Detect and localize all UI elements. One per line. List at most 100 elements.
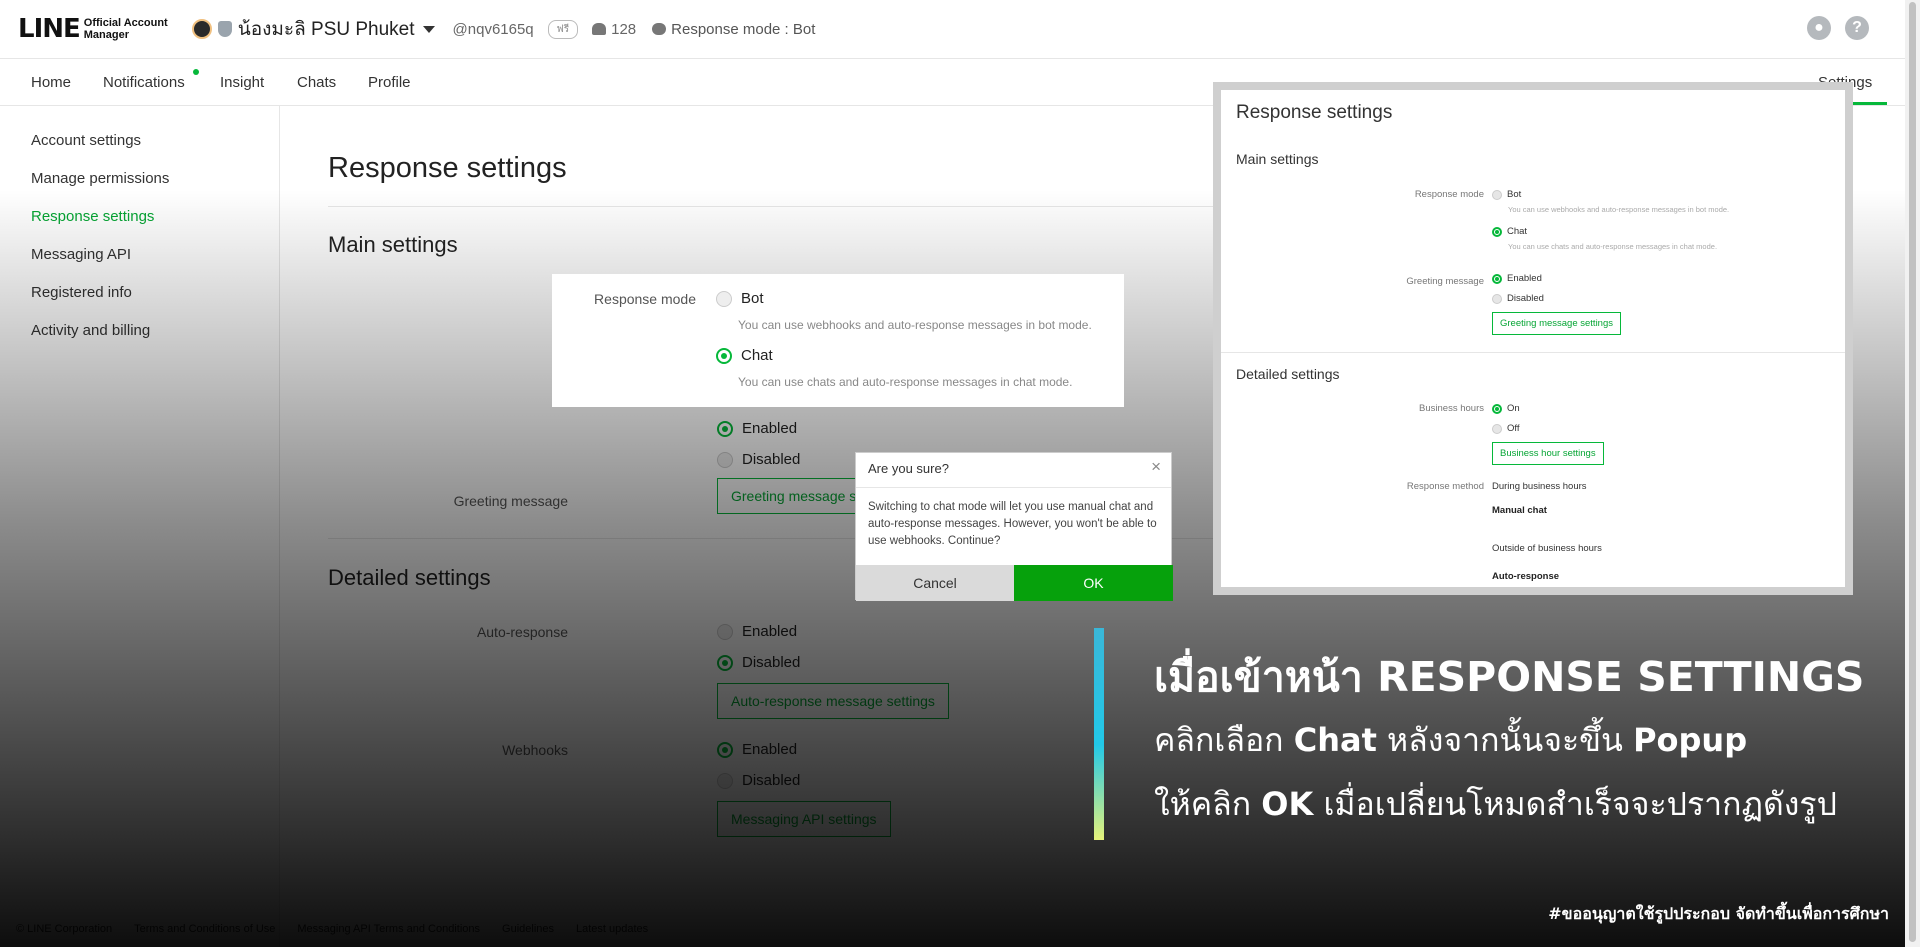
preview-detailed-settings: Detailed settings <box>1236 366 1340 382</box>
chevron-down-icon <box>422 25 435 33</box>
footer-updates-link[interactable]: Latest updates <box>576 923 648 935</box>
page-scrollbar[interactable] <box>1905 0 1920 947</box>
radio-unchecked-icon <box>717 623 733 640</box>
auto-response-disabled-radio[interactable]: Disabled <box>717 654 800 671</box>
preview-business-hours-label: Business hours <box>1419 403 1484 414</box>
sidebar-item-response-settings[interactable]: Response settings <box>31 208 154 225</box>
preview-during-hours: During business hours <box>1492 481 1587 492</box>
chat-bubble-icon <box>652 23 667 35</box>
scrollbar-thumb[interactable] <box>1909 2 1916 942</box>
auto-response-enabled-label: Enabled <box>742 623 798 640</box>
top-right-icons: ● ? <box>1807 16 1869 40</box>
settings-tab-underline <box>1853 102 1887 105</box>
bot-hint: You can use webhooks and auto-response m… <box>738 318 1092 332</box>
footer-guidelines-link[interactable]: Guidelines <box>502 923 554 935</box>
sidebar-item-manage-permissions[interactable]: Manage permissions <box>31 170 169 187</box>
preview-response-method-label: Response method <box>1406 481 1484 492</box>
preview-business-hour-button: Business hour settings <box>1492 442 1604 465</box>
preview-main-settings: Main settings <box>1236 151 1319 167</box>
auto-response-label: Auto-response <box>476 624 568 640</box>
account-name: น้องมะลิ PSU Phuket <box>237 19 415 40</box>
nav-profile[interactable]: Profile <box>368 74 411 91</box>
friends-count-value: 128 <box>611 20 637 38</box>
greeting-enabled-radio[interactable]: Enabled <box>717 420 797 437</box>
caption-line-2-d: Popup <box>1633 721 1748 759</box>
logo-sub-line-1: Official Account <box>83 17 168 29</box>
radio-checked-icon <box>1492 273 1502 284</box>
webhooks-disabled-radio[interactable]: Disabled <box>717 772 800 789</box>
radio-unchecked-icon <box>717 451 733 468</box>
caption-accent-bar <box>1094 628 1104 840</box>
radio-unchecked-icon <box>716 290 732 307</box>
result-preview: Response settings Main settings Response… <box>1213 82 1853 595</box>
caption-line-2-c: หลังจากนั้นจะขึ้น <box>1376 721 1634 759</box>
dialog-title: Are you sure? <box>868 461 949 476</box>
radio-unchecked-icon <box>717 772 733 789</box>
greeting-disabled-radio[interactable]: Disabled <box>717 451 800 468</box>
cancel-button[interactable]: Cancel <box>856 565 1014 601</box>
people-icon <box>592 23 607 35</box>
response-mode-status: Response mode : Bot <box>652 21 815 38</box>
user-icon[interactable]: ● <box>1807 16 1831 40</box>
sidebar-item-messaging-api[interactable]: Messaging API <box>31 246 131 263</box>
preview-off-radio: Off <box>1492 423 1520 434</box>
preview-on-radio: On <box>1492 403 1520 414</box>
help-icon[interactable]: ? <box>1845 16 1869 40</box>
close-icon[interactable]: × <box>1151 457 1161 477</box>
preview-greeting-button: Greeting message settings <box>1492 312 1622 335</box>
sidebar: Account settings Manage permissions Resp… <box>0 106 280 947</box>
main-settings-heading: Main settings <box>328 232 458 257</box>
greeting-label: Greeting message <box>453 493 568 509</box>
footer-api-terms-link[interactable]: Messaging API Terms and Conditions <box>297 923 480 935</box>
preview-manual-chat: Manual chat <box>1492 505 1547 516</box>
auto-response-settings-button[interactable]: Auto-response message settings <box>717 683 949 719</box>
confirm-dialog: Are you sure? × Switching to chat mode w… <box>855 452 1173 601</box>
radio-checked-icon <box>717 654 733 671</box>
caption-line-1: เมื่อเข้าหน้า RESPONSE SETTINGS <box>1154 653 1865 701</box>
preview-chat-hint: You can use chats and auto-response mess… <box>1508 242 1718 251</box>
footer-terms-link[interactable]: Terms and Conditions of Use <box>134 923 275 935</box>
shield-icon <box>217 21 232 37</box>
nav-home[interactable]: Home <box>31 74 71 91</box>
ok-button[interactable]: OK <box>1014 565 1173 601</box>
messaging-api-settings-button[interactable]: Messaging API settings <box>717 801 891 837</box>
bot-radio[interactable]: Bot <box>716 290 764 307</box>
auto-response-disabled-label: Disabled <box>742 654 801 671</box>
auto-response-enabled-radio[interactable]: Enabled <box>717 623 797 640</box>
webhooks-disabled-label: Disabled <box>742 772 801 789</box>
preview-greeting-enabled: Enabled <box>1492 273 1542 284</box>
logo-subtitle: Official Account Manager <box>84 17 168 41</box>
greeting-enabled-label: Enabled <box>742 420 798 437</box>
notification-dot <box>193 69 199 75</box>
preview-divider <box>1221 352 1845 353</box>
line-logo[interactable]: LINE Official Account Manager <box>18 14 168 44</box>
sidebar-item-account-settings[interactable]: Account settings <box>31 132 141 149</box>
webhooks-label: Webhooks <box>502 742 568 758</box>
preview-greeting-enabled-label: Enabled <box>1507 273 1542 284</box>
preview-outside-hours: Outside of business hours <box>1492 543 1602 554</box>
radio-unchecked-icon <box>1492 423 1502 434</box>
logo-text: LINE <box>18 14 81 44</box>
caption-line-3-a: ให้คลิก <box>1154 785 1262 823</box>
radio-unchecked-icon <box>1492 189 1502 200</box>
chat-radio[interactable]: Chat <box>716 347 773 364</box>
account-switcher[interactable]: น้องมะลิ PSU Phuket <box>191 14 435 44</box>
preview-greeting-label: Greeting message <box>1406 276 1484 287</box>
sidebar-item-registered-info[interactable]: Registered info <box>31 284 132 301</box>
caption-line-3: ให้คลิก OK เมื่อเปลี่ยนโหมดสำเร็จจะปรากฏ… <box>1154 779 1837 830</box>
caption-line-3-b: OK <box>1261 785 1314 823</box>
preview-title: Response settings <box>1236 102 1393 123</box>
friends-count: 128 <box>592 21 636 38</box>
caption-line-2-a: คลิกเลือก <box>1154 721 1294 759</box>
preview-greeting-disabled: Disabled <box>1492 293 1544 304</box>
sidebar-item-activity-billing[interactable]: Activity and billing <box>31 322 150 339</box>
nav-notifications[interactable]: Notifications <box>103 74 185 91</box>
nav-insight[interactable]: Insight <box>220 74 264 91</box>
footer-links: © LINE Corporation Terms and Conditions … <box>16 923 648 935</box>
nav-chats[interactable]: Chats <box>297 74 336 91</box>
webhooks-enabled-radio[interactable]: Enabled <box>717 741 797 758</box>
preview-bot-hint: You can use webhooks and auto-response m… <box>1508 205 1730 214</box>
radio-checked-icon <box>716 347 732 364</box>
radio-checked-icon <box>1492 403 1502 414</box>
response-mode-text: Response mode : Bot <box>671 20 816 38</box>
